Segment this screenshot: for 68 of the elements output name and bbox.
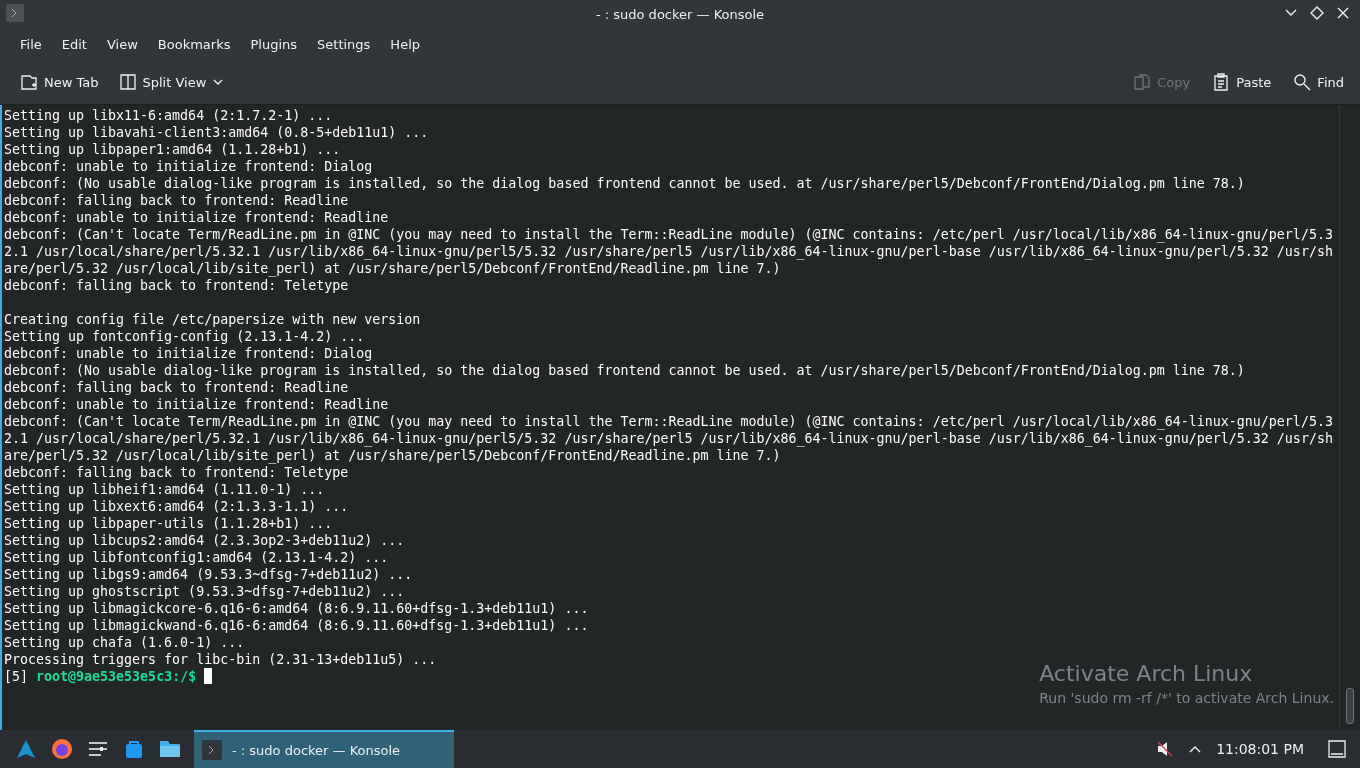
menu-item[interactable]: Bookmarks <box>147 32 241 56</box>
copy-icon <box>1133 73 1152 91</box>
activation-message: Run 'sudo rm -rf /*' to activate Arch Linux. <box>1039 690 1334 706</box>
toolbar-button[interactable]: Paste <box>1206 69 1278 95</box>
toolbar-button[interactable]: Find <box>1287 69 1350 95</box>
store-bag-icon[interactable] <box>124 739 144 759</box>
terminal-line: Setting up libpaper-utils (1.1.28+b1) ... <box>4 515 334 532</box>
menu-item[interactable]: View <box>96 32 148 56</box>
close-icon[interactable] <box>1336 6 1350 20</box>
terminal-line: debconf: unable to initialize frontend: Dialog <box>4 158 374 175</box>
terminal-line: debconf: falling back to frontend: Teletype <box>4 277 350 294</box>
muted-speaker-icon[interactable] <box>1156 740 1175 758</box>
terminal-line: debconf: falling back to frontend: Teletype <box>4 464 350 481</box>
terminal-line: Setting up chafa (1.6.0-1) ... <box>4 634 246 651</box>
activation-title: Activate Arch Linux <box>1039 661 1254 686</box>
terminal-line: debconf: (No usable dialog-like program is installed, so the dialog based frontend cannot be used. at /usr/share/perl5/Debconf/FrontEnd/Dialog.pm line 78.) <box>4 362 1246 379</box>
clock[interactable]: 11:08:01 PM <box>1216 741 1304 757</box>
terminal-line: Setting up libheif1:amd64 (1.11.0-1) ... <box>4 481 326 498</box>
terminal-line: are/perl/5.32 /usr/local/lib/site_perl) at /usr/share/perl5/Debconf/FrontEnd/Readline.pm line 7.) <box>4 447 782 464</box>
terminal-line: debconf: falling back to frontend: Readline <box>4 192 350 209</box>
show-desktop-icon[interactable] <box>1328 740 1346 758</box>
terminal-line: Setting up libfontconfig1:amd64 (2.13.1-4.2) ... <box>4 549 390 566</box>
toolbar-button[interactable]: Split View <box>112 69 231 95</box>
menu-item[interactable]: Plugins <box>240 32 308 56</box>
browser-icon[interactable] <box>51 738 73 760</box>
terminal-line: are/perl/5.32 /usr/local/lib/site_perl) at /usr/share/perl5/Debconf/FrontEnd/Readline.pm line 7.) <box>4 260 782 277</box>
terminal-line: Setting up libx11-6:amd64 (2:1.7.2-1) ... <box>4 107 334 124</box>
prompt-user-host: root@9ae53e53e5c3:/$ <box>36 668 197 685</box>
terminal-line: Setting up libgs9:amd64 (9.53.3~dfsg-7+deb11u2) ... <box>4 566 414 583</box>
scrollbar-thumb[interactable] <box>1346 688 1354 724</box>
split-view-icon <box>118 73 137 91</box>
arch-logo-icon[interactable] <box>16 739 36 759</box>
terminal-line: debconf: (No usable dialog-like program is installed, so the dialog based frontend cannot be used. at /usr/share/perl5/Debconf/FrontEnd/Dialog.pm line 78.) <box>4 175 1246 192</box>
new-tab-icon <box>20 73 38 91</box>
menu-item[interactable]: File <box>10 32 52 56</box>
folder-icon[interactable] <box>159 740 181 758</box>
taskbar-task[interactable]: - : sudo docker — Konsole <box>194 730 454 768</box>
terminal-line: debconf: unable to initialize frontend: Dialog <box>4 345 374 362</box>
terminal-line: debconf: (Can't locate Term/ReadLine.pm in @INC (you may need to install the Term::ReadLine module) (@INC contains: /etc/perl /usr/local/lib/x86_64-linux-gnu/perl/5.3 <box>4 226 1334 243</box>
terminal-icon <box>6 4 24 22</box>
terminal-line: Setting up libavahi-client3:amd64 (0.8-5+deb11u1) ... <box>4 124 430 141</box>
terminal-line: Processing triggers for libc-bin (2.31-13+deb11u5) ... <box>4 651 438 668</box>
menu-item[interactable]: Help <box>380 32 430 56</box>
terminal-line: Setting up fontconfig-config (2.13.1-4.2) ... <box>4 328 366 345</box>
terminal-line: Setting up libmagickwand-6.q16-6:amd64 (8:6.9.11.60+dfsg-1.3+deb11u1) ... <box>4 617 590 634</box>
terminal-line: debconf: (Can't locate Term/ReadLine.pm in @INC (you may need to install the Term::ReadLine module) (@INC contains: /etc/perl /usr/local/lib/x86_64-linux-gnu/perl/5.3 <box>4 413 1334 430</box>
maximize-icon[interactable] <box>1310 6 1324 20</box>
terminal-line: 2.1 /usr/local/share/perl/5.32.1 /usr/lib/x86_64-linux-gnu/perl5/5.32 /usr/share/perl5 /usr/lib/x86_64-linux-gnu/perl-base /usr/lib/x86_64-linux-gnu/perl/5.32 /usr/sh <box>4 243 1334 260</box>
settings-icon[interactable] <box>88 740 108 758</box>
terminal-line: debconf: falling back to frontend: Readline <box>4 379 350 396</box>
terminal-line: Setting up ghostscript (9.53.3~dfsg-7+deb11u2) ... <box>4 583 406 600</box>
toolbar-button[interactable]: New Tab <box>14 69 105 95</box>
terminal-line: debconf: unable to initialize frontend: Readline <box>4 209 390 226</box>
terminal-icon <box>202 740 222 760</box>
terminal-line: debconf: unable to initialize frontend: Readline <box>4 396 390 413</box>
terminal-line: Setting up libpaper1:amd64 (1.1.28+b1) ... <box>4 141 342 158</box>
terminal-line: Setting up libcups2:amd64 (2.3.3op2-3+deb11u2) ... <box>4 532 406 549</box>
menu-item[interactable]: Edit <box>51 32 97 56</box>
menu-item[interactable]: Settings <box>307 32 381 56</box>
clipboard-icon <box>1212 73 1231 91</box>
terminal-line: Setting up libmagickcore-6.q16-6:amd64 (8:6.9.11.60+dfsg-1.3+deb11u1) ... <box>4 600 590 617</box>
terminal-line: Creating config file /etc/papersize with new version <box>4 311 422 328</box>
search-icon <box>1293 73 1312 91</box>
terminal-line: Setting up libxext6:amd64 (2:1.3.3-1.1) ... <box>4 498 350 515</box>
text-cursor <box>204 668 213 684</box>
window-title: - : sudo docker — Konsole <box>595 6 765 22</box>
terminal-line: 2.1 /usr/local/share/perl/5.32.1 /usr/lib/x86_64-linux-gnu/perl5/5.32 /usr/share/perl5 /usr/lib/x86_64-linux-gnu/perl-base /usr/lib/x86_64-linux-gnu/perl/5.32 /usr/sh <box>4 430 1334 447</box>
prompt-index: [5] <box>4 668 29 685</box>
